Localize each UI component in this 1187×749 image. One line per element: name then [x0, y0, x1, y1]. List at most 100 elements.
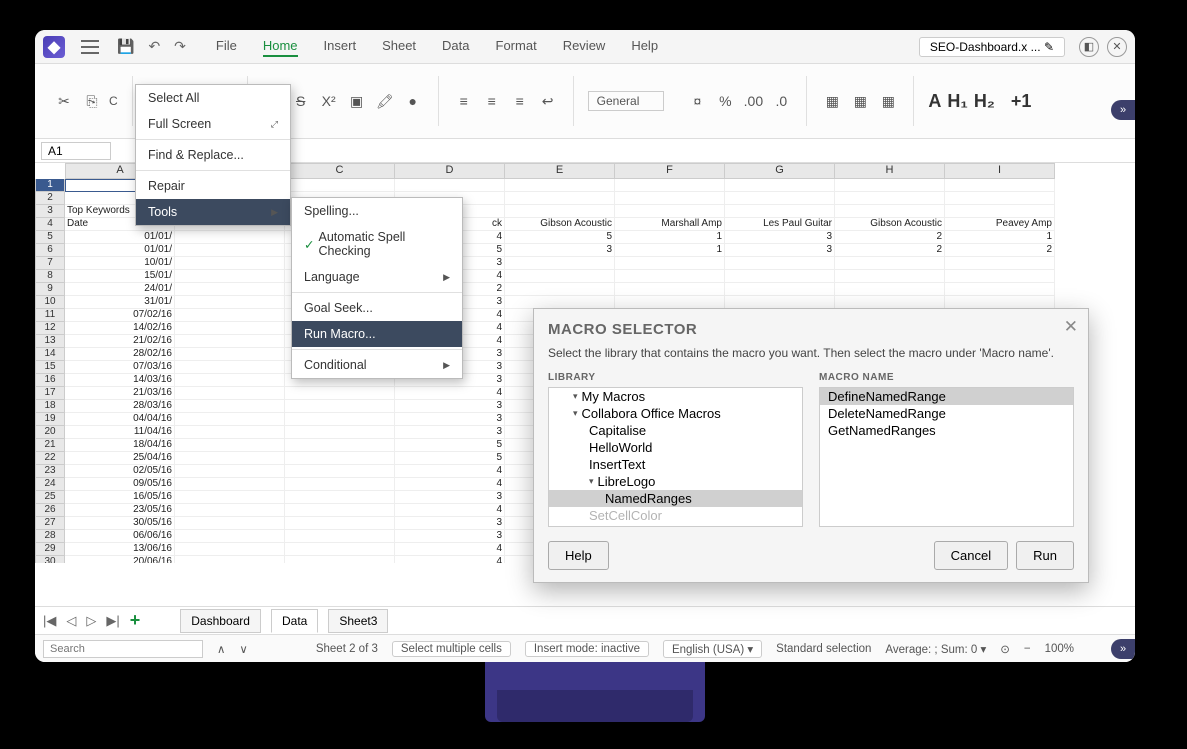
- cell[interactable]: [175, 309, 285, 322]
- menu-format[interactable]: Format: [496, 36, 537, 57]
- cell[interactable]: [175, 296, 285, 309]
- fill-color-icon[interactable]: ●: [402, 90, 424, 112]
- decimal-inc-icon[interactable]: .00: [742, 90, 764, 112]
- cell[interactable]: Les Paul Guitar: [725, 218, 835, 231]
- row-header[interactable]: 1: [35, 179, 65, 192]
- menu-insert[interactable]: Insert: [324, 36, 357, 57]
- cell[interactable]: 01/01/: [65, 231, 175, 244]
- cell[interactable]: [945, 257, 1055, 270]
- add-sheet-icon[interactable]: +: [130, 610, 141, 631]
- zoom-out-icon[interactable]: −: [1024, 643, 1031, 655]
- cell[interactable]: [725, 257, 835, 270]
- menu-run-macro[interactable]: Run Macro...: [292, 321, 462, 347]
- cell[interactable]: [175, 257, 285, 270]
- last-sheet-icon[interactable]: ▶|: [106, 613, 119, 629]
- cell[interactable]: 25/04/16: [65, 452, 175, 465]
- cell[interactable]: [725, 270, 835, 283]
- cell[interactable]: [615, 192, 725, 205]
- cell[interactable]: [615, 270, 725, 283]
- cell[interactable]: [505, 257, 615, 270]
- cell[interactable]: 3: [395, 517, 505, 530]
- cell[interactable]: [615, 179, 725, 192]
- cell[interactable]: 4: [395, 543, 505, 556]
- cell[interactable]: [175, 491, 285, 504]
- align-center-icon[interactable]: ≡: [481, 90, 503, 112]
- row-header[interactable]: 6: [35, 244, 65, 257]
- cell[interactable]: 5: [395, 439, 505, 452]
- row-header[interactable]: 23: [35, 465, 65, 478]
- cell[interactable]: [285, 465, 395, 478]
- menu-auto-spell[interactable]: ✓Automatic Spell Checking: [292, 224, 462, 264]
- redo-icon[interactable]: ↷: [174, 38, 186, 55]
- cell[interactable]: [835, 205, 945, 218]
- cell[interactable]: [835, 179, 945, 192]
- cell[interactable]: 14/02/16: [65, 322, 175, 335]
- cell[interactable]: 2: [835, 244, 945, 257]
- cell[interactable]: Marshall Amp: [615, 218, 725, 231]
- number-format-select[interactable]: General: [588, 91, 665, 111]
- first-sheet-icon[interactable]: |◀: [43, 613, 56, 629]
- search-input[interactable]: [43, 640, 203, 658]
- row-header[interactable]: 30: [35, 556, 65, 563]
- macro-item[interactable]: DeleteNamedRange: [820, 405, 1073, 422]
- cell[interactable]: 2: [835, 231, 945, 244]
- close-icon[interactable]: ✕: [1107, 37, 1127, 57]
- cell[interactable]: [175, 426, 285, 439]
- search-prev-icon[interactable]: ∧: [217, 642, 225, 656]
- cell[interactable]: [175, 387, 285, 400]
- wrap-icon[interactable]: ↩: [537, 90, 559, 112]
- cell[interactable]: 10/01/: [65, 257, 175, 270]
- heading-a-icon[interactable]: A: [928, 91, 941, 112]
- cell[interactable]: 28/03/16: [65, 400, 175, 413]
- align-left-icon[interactable]: ≡: [453, 90, 475, 112]
- menu-help[interactable]: Help: [631, 36, 658, 57]
- row-header[interactable]: 10: [35, 296, 65, 309]
- cell[interactable]: 31/01/: [65, 296, 175, 309]
- cell[interactable]: Gibson Acoustic: [505, 218, 615, 231]
- row-header[interactable]: 5: [35, 231, 65, 244]
- sheet-tab-sheet3[interactable]: Sheet3: [328, 609, 388, 633]
- cell[interactable]: [615, 283, 725, 296]
- row-header[interactable]: 8: [35, 270, 65, 283]
- ribbon-more-icon[interactable]: »: [1111, 100, 1135, 120]
- cell[interactable]: [725, 205, 835, 218]
- row-header[interactable]: 17: [35, 387, 65, 400]
- cell[interactable]: 21/03/16: [65, 387, 175, 400]
- row-header[interactable]: 2: [35, 192, 65, 205]
- dialog-close-icon[interactable]: ✕: [1064, 317, 1078, 337]
- cell[interactable]: [945, 283, 1055, 296]
- col-header[interactable]: E: [505, 163, 615, 179]
- row-header[interactable]: 27: [35, 517, 65, 530]
- cell-reference-input[interactable]: A1: [41, 142, 111, 160]
- cancel-button[interactable]: Cancel: [934, 541, 1008, 570]
- heading-h2-icon[interactable]: H₂: [974, 91, 995, 112]
- row-header[interactable]: 19: [35, 413, 65, 426]
- cell[interactable]: 4: [395, 556, 505, 563]
- library-item[interactable]: ▾My Macros: [549, 388, 802, 405]
- row-header[interactable]: 11: [35, 309, 65, 322]
- cell[interactable]: [835, 257, 945, 270]
- currency-icon[interactable]: ¤: [686, 90, 708, 112]
- cell[interactable]: 13/06/16: [65, 543, 175, 556]
- cell[interactable]: [725, 179, 835, 192]
- cell[interactable]: [945, 205, 1055, 218]
- cell[interactable]: 16/05/16: [65, 491, 175, 504]
- zoom-in-icon[interactable]: +1: [1011, 91, 1032, 112]
- cell[interactable]: 5: [505, 231, 615, 244]
- cell[interactable]: [505, 179, 615, 192]
- cell[interactable]: [285, 400, 395, 413]
- menu-conditional[interactable]: Conditional▶: [292, 352, 462, 378]
- col-header[interactable]: C: [285, 163, 395, 179]
- cell[interactable]: 04/04/16: [65, 413, 175, 426]
- cell[interactable]: [285, 179, 395, 192]
- run-button[interactable]: Run: [1016, 541, 1074, 570]
- menu-goal-seek[interactable]: Goal Seek...: [292, 295, 462, 321]
- cell[interactable]: [945, 192, 1055, 205]
- row-header[interactable]: 4: [35, 218, 65, 231]
- row-header[interactable]: 28: [35, 530, 65, 543]
- cell[interactable]: [505, 270, 615, 283]
- cell[interactable]: 3: [725, 244, 835, 257]
- insert-col-icon[interactable]: ▦: [849, 90, 871, 112]
- strike-icon[interactable]: S: [290, 90, 312, 112]
- cell[interactable]: 1: [615, 244, 725, 257]
